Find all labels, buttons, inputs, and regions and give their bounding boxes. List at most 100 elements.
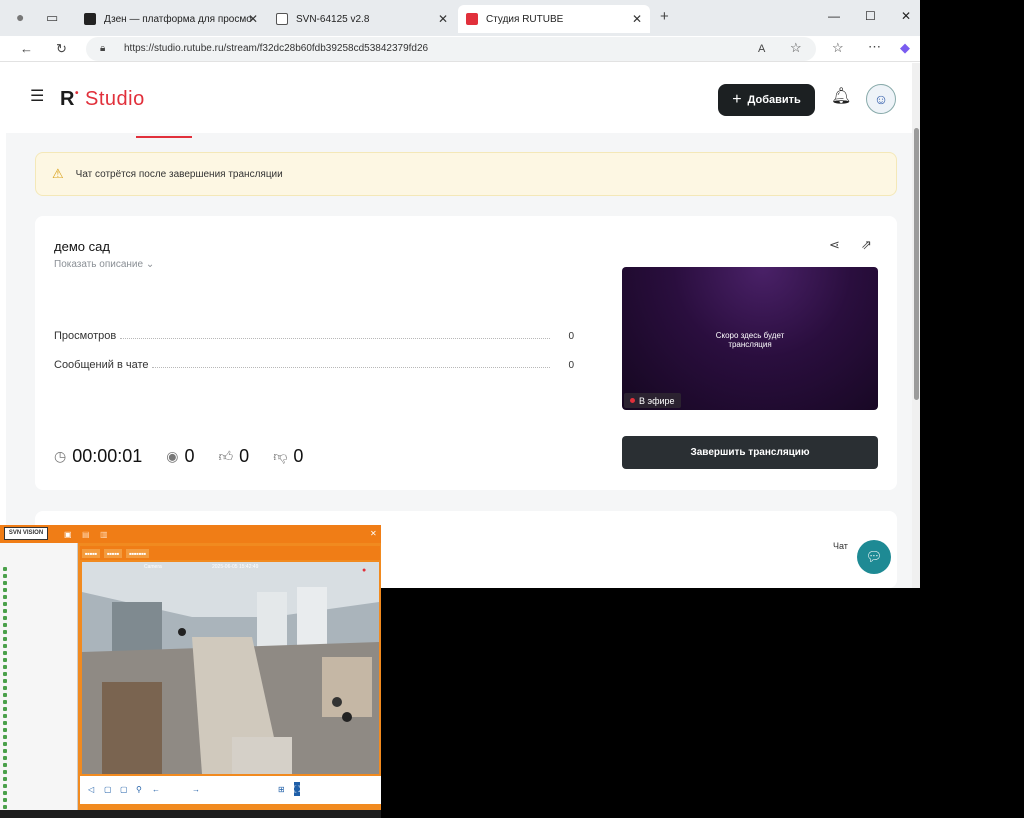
camera-tab-1[interactable]: ■■■■■ [82,548,101,558]
camera-feed[interactable]: Camera 2025-06-05 15:42:49 ● [82,562,379,774]
end-stream-button[interactable]: Завершить трансляцию [622,436,878,469]
device-tree-item[interactable] [3,586,7,593]
stat-messages-value: 0 [568,359,574,371]
device-tree-item[interactable] [3,747,7,754]
menu-icon[interactable]: ☰ [30,89,44,105]
device-tree-item[interactable] [3,803,7,810]
url-input[interactable]: 🔒︎ https://studio.rutube.ru/stream/f32dc… [86,37,816,61]
live-badge: В эфире [624,393,681,408]
close-window-icon[interactable]: ✕ [901,9,911,23]
device-tree-item[interactable] [3,796,7,803]
device-tree-item[interactable] [3,579,7,586]
camera-view-icon[interactable]: ▣ [64,528,72,542]
device-tree-item[interactable] [3,677,7,684]
camera-feed-image [82,562,379,774]
share-icon[interactable]: ⋖ [829,238,840,252]
device-tree-item[interactable] [3,572,7,579]
device-tree-item[interactable] [3,782,7,789]
device-tree-item[interactable] [3,754,7,761]
close-tab-icon[interactable]: ✕ [438,12,448,26]
reload-icon[interactable]: ↻ [56,42,67,56]
minimize-icon[interactable]: — [828,9,840,23]
device-tree-item[interactable] [3,775,7,782]
device-tree-item[interactable] [3,768,7,775]
camera-control-1-icon[interactable]: ◁ [88,783,94,797]
device-tree-item[interactable] [3,789,7,796]
camera-node-icon [3,741,7,746]
device-tree-item[interactable] [3,565,7,572]
avatar[interactable]: ☺ [866,84,896,114]
device-tree-item[interactable] [3,628,7,635]
device-tree-item[interactable] [3,712,7,719]
close-tab-icon[interactable]: ✕ [248,12,258,26]
camera-layout-icon[interactable]: ⊞ [278,783,285,797]
profile-icon[interactable]: ● [16,10,24,24]
device-tree-item[interactable] [3,698,7,705]
show-description-link[interactable]: Показать описание ⌄ [54,259,154,270]
camera-tab-2[interactable]: ■■■■■ [104,548,123,558]
device-tree-item[interactable] [3,635,7,642]
camera-app-toolbar: SVN VISION ▣ ▤ ▥ ✕ [0,525,381,543]
url-text: https://studio.rutube.ru/stream/f32dc28b… [124,43,429,54]
device-tree-item[interactable] [3,614,7,621]
device-tree-item[interactable] [3,649,7,656]
tab-zen[interactable]: Дзен — платформа для просмо ✕ [76,5,266,33]
camera-node-icon [3,790,7,795]
camera-node-icon [3,748,7,753]
read-aloud-icon[interactable]: A [758,42,765,56]
camera-control-3-icon[interactable]: ▢ [120,783,128,797]
device-tree-item[interactable] [3,607,7,614]
tab-rutube[interactable]: Студия RUTUBE ✕ [458,5,650,33]
device-tree-item[interactable] [3,726,7,733]
plus-icon: + [732,91,742,108]
maximize-icon[interactable]: ☐ [865,9,876,23]
workspaces-icon[interactable]: ▭ [46,11,58,25]
camera-settings-icon[interactable]: ▥ [100,528,108,542]
camera-device-tree[interactable] [0,543,78,816]
page-scrollbar-thumb[interactable] [914,128,919,400]
camera-control-4-icon[interactable]: ⚲ [136,783,142,797]
device-tree-item[interactable] [3,621,7,628]
add-button[interactable]: + Добавить [718,84,815,116]
camera-prev-icon[interactable]: ← [152,783,160,797]
new-tab-icon[interactable]: + [660,9,669,24]
device-tree-item[interactable] [3,684,7,691]
bell-icon[interactable]: 🔔︎ [831,89,851,105]
external-link-icon[interactable]: ⇗ [861,238,872,252]
camera-node-icon [3,636,7,641]
device-tree-item[interactable] [3,691,7,698]
stat-views-label: Просмотров [54,330,117,342]
likes-value: 0 [239,446,250,466]
camera-playback-icon[interactable]: ▤ [82,528,90,542]
device-tree-item[interactable] [3,656,7,663]
device-tree-item[interactable] [3,733,7,740]
device-tree-item[interactable] [3,670,7,677]
device-tree-item[interactable] [3,740,7,747]
favorites-icon[interactable]: ☆ [832,41,844,55]
device-tree-item[interactable] [3,719,7,726]
close-tab-icon[interactable]: ✕ [632,12,642,26]
camera-window-close-icon[interactable]: ✕ [370,527,377,541]
copilot-icon[interactable]: ◆ [900,41,910,55]
duration-metric: ◷ 00:00:01 [54,446,142,467]
camera-fullscreen-icon[interactable]: ⛶ [294,782,301,796]
device-tree-item[interactable] [3,593,7,600]
stream-preview[interactable]: Скоро здесь будет трансляция В эфире [622,267,878,410]
device-tree-item[interactable] [3,705,7,712]
device-tree-item[interactable] [3,642,7,649]
device-tree-item[interactable] [3,600,7,607]
tab-svn[interactable]: SVN-64125 v2.8 ✕ [268,5,456,33]
warning-icon: ⚠ [52,166,64,181]
device-tree-item[interactable] [3,663,7,670]
back-icon[interactable]: ← [20,42,33,56]
studio-header: ☰ R• Studio + Добавить 🔔︎ ☺ [6,63,912,133]
favorite-star-icon[interactable]: ☆ [790,41,802,55]
chat-support-button[interactable]: 💬︎ [857,540,891,574]
camera-next-icon[interactable]: → [192,783,200,797]
camera-node-icon [3,643,7,648]
more-menu-icon[interactable]: ⋯ [868,40,881,54]
camera-tab-3[interactable]: ■■■■■■■ [126,548,150,558]
device-tree-item[interactable] [3,761,7,768]
studio-logo[interactable]: R• Studio [60,88,145,111]
camera-control-2-icon[interactable]: ▢ [104,783,112,797]
